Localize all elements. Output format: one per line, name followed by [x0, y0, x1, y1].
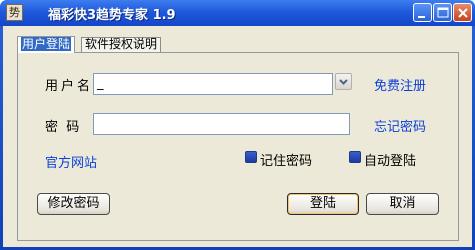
app-window: 势 福彩快3趋势专家 1.9 用户登陆 软件授权说明 用户名 _ 免费注册 密 … [0, 0, 475, 250]
auto-login-label: 自动登陆 [364, 154, 417, 169]
remember-password-label: 记住密码 [260, 154, 313, 169]
login-button[interactable]: 登陆 [287, 193, 359, 215]
maximize-icon [437, 7, 449, 18]
tab-license-info-label: 软件授权说明 [85, 37, 158, 51]
minimize-icon [418, 16, 425, 18]
minimize-button[interactable] [413, 3, 432, 22]
username-input[interactable]: _ [93, 73, 333, 95]
official-website-link[interactable]: 官方网站 [45, 152, 97, 171]
auto-login-checkbox[interactable] [349, 151, 361, 163]
password-label: 密 码 [45, 120, 80, 135]
forgot-password-link[interactable]: 忘记密码 [374, 116, 426, 135]
change-password-button[interactable]: 修改密码 [37, 193, 110, 215]
username-dropdown-button[interactable] [335, 73, 352, 90]
chevron-down-icon [339, 79, 348, 85]
login-panel: 用户名 _ 免费注册 密 码 忘记密码 官方网站 记住密码 自动登陆 修改密码 … [17, 52, 459, 241]
close-button[interactable] [453, 3, 472, 22]
app-icon: 势 [6, 4, 23, 21]
client-area: 用户登陆 软件授权说明 用户名 _ 免费注册 密 码 忘记密码 官方网站 记住密… [3, 26, 472, 247]
tab-user-login[interactable]: 用户登陆 [17, 36, 76, 53]
password-input[interactable] [93, 113, 350, 135]
remember-password-checkbox[interactable] [245, 151, 257, 163]
maximize-button[interactable] [433, 3, 452, 22]
tab-license-info[interactable]: 软件授权说明 [81, 37, 162, 52]
username-label: 用户名 [45, 79, 94, 94]
cancel-button[interactable]: 取消 [366, 193, 439, 215]
title-bar[interactable]: 势 福彩快3趋势专家 1.9 [0, 0, 475, 26]
close-icon [458, 8, 468, 18]
tab-user-login-label: 用户登陆 [21, 37, 72, 51]
window-title: 福彩快3趋势专家 1.9 [48, 8, 176, 23]
register-link[interactable]: 免费注册 [374, 75, 426, 94]
